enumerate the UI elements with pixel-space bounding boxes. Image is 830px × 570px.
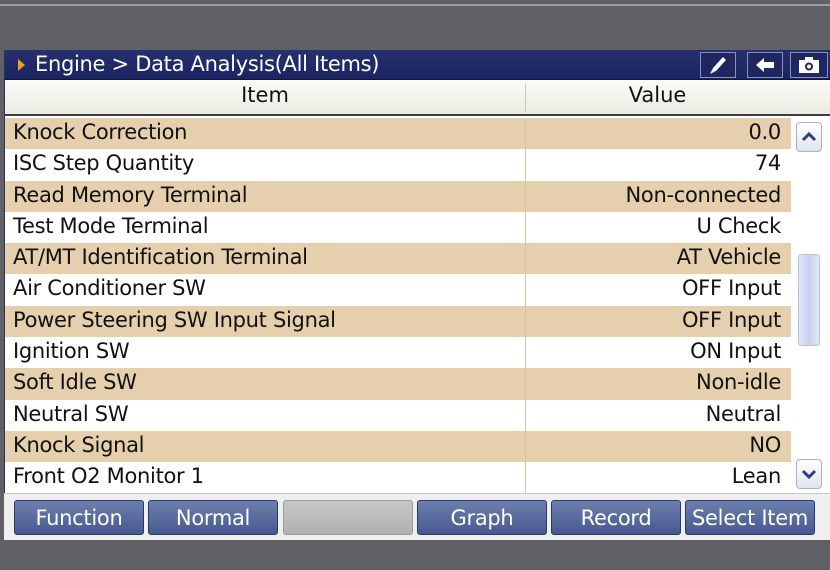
row-item: Read Memory Terminal (13, 182, 248, 207)
row-item: Knock Correction (13, 120, 188, 144)
table-row[interactable]: Neutral SW Neutral (5, 399, 791, 431)
table-row[interactable]: Power Steering SW Input Signal OFF Input (5, 305, 791, 338)
row-value: 74 (754, 151, 781, 176)
row-item: Air Conditioner SW (13, 276, 206, 301)
breadcrumb: Engine > Data Analysis(All Items) (35, 52, 380, 76)
cell-divider (525, 368, 526, 400)
back-arrow-icon (756, 58, 774, 72)
scroll-up-button[interactable] (796, 122, 822, 152)
vertical-scrollbar[interactable] (792, 118, 826, 493)
cell-divider (525, 118, 526, 150)
row-value: AT Vehicle (676, 245, 782, 270)
chevron-down-icon (801, 469, 817, 480)
camera-icon (799, 57, 819, 73)
table-row[interactable]: ISC Step Quantity 74 (5, 149, 791, 181)
title-bar: Engine > Data Analysis(All Items) (5, 50, 830, 80)
row-value: Non-idle (696, 370, 781, 395)
row-value: U Check (696, 213, 781, 238)
scroll-down-button[interactable] (796, 459, 822, 489)
row-value: OFF Input (681, 307, 781, 332)
row-item: Soft Idle SW (13, 370, 137, 395)
table-header: Item Value (5, 80, 830, 116)
item-column-header: Item (241, 83, 289, 107)
table-row[interactable]: Soft Idle SW Non-idle (5, 368, 791, 400)
row-item: AT/MT Identification Terminal (13, 245, 308, 270)
row-value: OFF Input (681, 276, 781, 301)
row-item: Power Steering SW Input Signal (13, 307, 336, 332)
data-analysis-window: Engine > Data Analysis(All Items) Item V… (4, 50, 830, 540)
data-table: Knock Correction 0.0 ISC Step Quantity 7… (5, 118, 791, 493)
table-row[interactable]: Test Mode Terminal U Check (5, 211, 791, 244)
pen-icon (710, 57, 726, 74)
row-value: NO (749, 432, 781, 457)
pen-button[interactable] (700, 52, 736, 78)
table-row[interactable]: Ignition SW ON Input (5, 337, 791, 369)
table-row[interactable]: Read Memory Terminal Non-connected (5, 180, 791, 212)
row-item: Knock Signal (13, 432, 145, 457)
row-value: Non-connected (625, 182, 781, 207)
select-item-button[interactable]: Select Item (685, 500, 815, 535)
table-row[interactable]: Knock Signal NO (5, 430, 791, 463)
table-row[interactable]: Front O2 Monitor 1 Lean (5, 462, 791, 493)
function-button[interactable]: Function (14, 500, 144, 535)
row-item: Ignition SW (13, 339, 130, 364)
breadcrumb-arrow-icon (18, 59, 25, 71)
value-column-header: Value (628, 83, 687, 107)
row-item: Test Mode Terminal (13, 213, 209, 238)
cell-divider (525, 430, 526, 463)
cell-divider (525, 462, 526, 493)
row-value: Lean (731, 464, 782, 489)
graph-button[interactable]: Graph (417, 500, 547, 535)
cell-divider (525, 399, 526, 431)
normal-button[interactable]: Normal (148, 500, 278, 535)
cell-divider (525, 149, 526, 181)
cell-divider (525, 337, 526, 369)
back-button[interactable] (747, 52, 783, 78)
row-value: Neutral (705, 401, 782, 426)
cell-divider (525, 180, 526, 212)
scroll-thumb[interactable] (798, 254, 820, 346)
function-bar: Function Normal Graph Record Select Item (4, 493, 830, 540)
chevron-up-icon (801, 131, 817, 142)
cell-divider (525, 211, 526, 244)
blank-button[interactable] (283, 500, 413, 535)
row-item: Front O2 Monitor 1 (13, 464, 204, 489)
table-row[interactable]: Air Conditioner SW OFF Input (5, 274, 791, 306)
table-row[interactable]: AT/MT Identification Terminal AT Vehicle (5, 243, 791, 275)
cell-divider (525, 305, 526, 338)
row-item: ISC Step Quantity (13, 151, 194, 176)
table-row[interactable]: Knock Correction 0.0 (5, 118, 791, 150)
top-divider (0, 4, 830, 6)
cell-divider (525, 243, 526, 275)
cell-divider (525, 274, 526, 306)
camera-button[interactable] (790, 52, 828, 78)
row-value: ON Input (690, 339, 781, 364)
row-value: 0.0 (748, 120, 782, 144)
row-item: Neutral SW (13, 401, 129, 426)
record-button[interactable]: Record (551, 500, 681, 535)
